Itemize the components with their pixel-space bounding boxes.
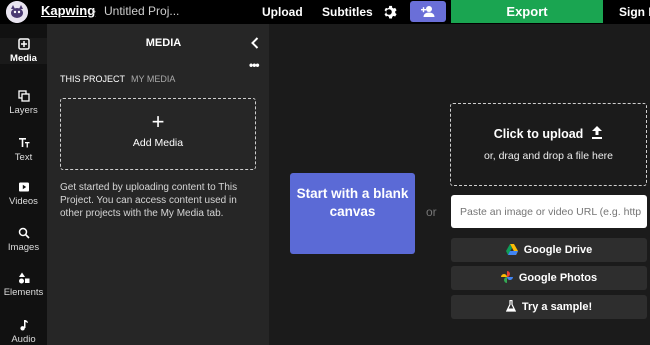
add-media-button[interactable]: + Add Media — [60, 98, 256, 170]
sidebar-item-label: Layers — [9, 105, 38, 116]
sidebar-item-label: Images — [7, 242, 40, 253]
sidebar-item-audio[interactable]: Audio — [0, 319, 47, 345]
google-photos-icon — [500, 271, 513, 283]
sidebar-item-layers[interactable]: Layers — [0, 90, 47, 116]
elements-icon — [18, 272, 29, 284]
upload-icon — [592, 126, 603, 139]
brand-link[interactable]: Kapwing — [41, 3, 95, 18]
breadcrumb-separator: › — [92, 4, 96, 18]
sidebar-item-images[interactable]: Images — [0, 227, 47, 253]
url-input[interactable] — [451, 195, 647, 228]
sidebar-item-text[interactable]: Text — [0, 137, 47, 163]
tab-my-media[interactable]: MY MEDIA — [131, 74, 175, 84]
text-icon — [18, 138, 29, 148]
sidebar-item-label: Media — [10, 53, 37, 64]
sidebar-item-label: Text — [14, 152, 33, 163]
google-drive-icon — [505, 244, 518, 255]
sidebar-item-elements[interactable]: Elements — [0, 272, 47, 298]
try-sample-button[interactable]: Try a sample! — [451, 295, 647, 319]
videos-icon — [18, 182, 29, 192]
kapwing-logo-icon[interactable] — [6, 1, 28, 23]
audio-icon — [19, 320, 28, 331]
layers-icon — [17, 90, 30, 102]
google-drive-button[interactable]: Google Drive — [451, 238, 647, 262]
sidebar-item-label: Elements — [3, 287, 44, 298]
more-options-icon[interactable]: ••• — [249, 58, 260, 72]
add-media-label: Add Media — [132, 137, 184, 149]
google-photos-button[interactable]: Google Photos — [451, 266, 647, 290]
tab-this-project[interactable]: THIS PROJECT — [60, 74, 125, 84]
chevron-left-icon[interactable] — [250, 36, 260, 49]
or-label: or — [426, 205, 437, 219]
top-bar: Kapwing › Untitled Proj... Upload Subtit… — [0, 0, 650, 24]
media-panel: MEDIA ••• THIS PROJECT MY MEDIA + Add Me… — [47, 24, 269, 345]
export-button[interactable]: Export — [451, 0, 603, 23]
upload-dropzone[interactable]: Click to upload or, drag and drop a file… — [450, 103, 647, 186]
blank-canvas-button[interactable]: Start with a blank canvas — [290, 173, 415, 254]
sidebar: Media Layers Text Videos Images Elements… — [0, 24, 47, 345]
add-user-icon — [421, 6, 435, 17]
sidebar-item-label: Audio — [11, 334, 36, 345]
upload-link[interactable]: Upload — [262, 5, 303, 19]
sidebar-item-videos[interactable]: Videos — [0, 181, 47, 207]
media-icon — [17, 38, 30, 50]
sidebar-item-media[interactable]: Media — [0, 38, 47, 64]
project-title[interactable]: Untitled Proj... — [104, 4, 179, 18]
invite-button[interactable] — [410, 1, 446, 22]
panel-description: Get started by uploading content to This… — [60, 182, 238, 219]
sidebar-item-label: Videos — [9, 196, 38, 207]
gear-icon[interactable] — [381, 4, 397, 20]
panel-title: MEDIA — [145, 37, 182, 49]
subtitles-link[interactable]: Subtitles — [322, 5, 373, 19]
sign-in-link[interactable]: Sign In — [619, 5, 650, 19]
flask-icon — [505, 299, 516, 312]
plus-icon: + — [151, 109, 165, 134]
search-icon — [18, 227, 30, 239]
upload-subtitle: or, drag and drop a file here — [483, 150, 613, 162]
upload-title: Click to upload — [451, 126, 646, 141]
